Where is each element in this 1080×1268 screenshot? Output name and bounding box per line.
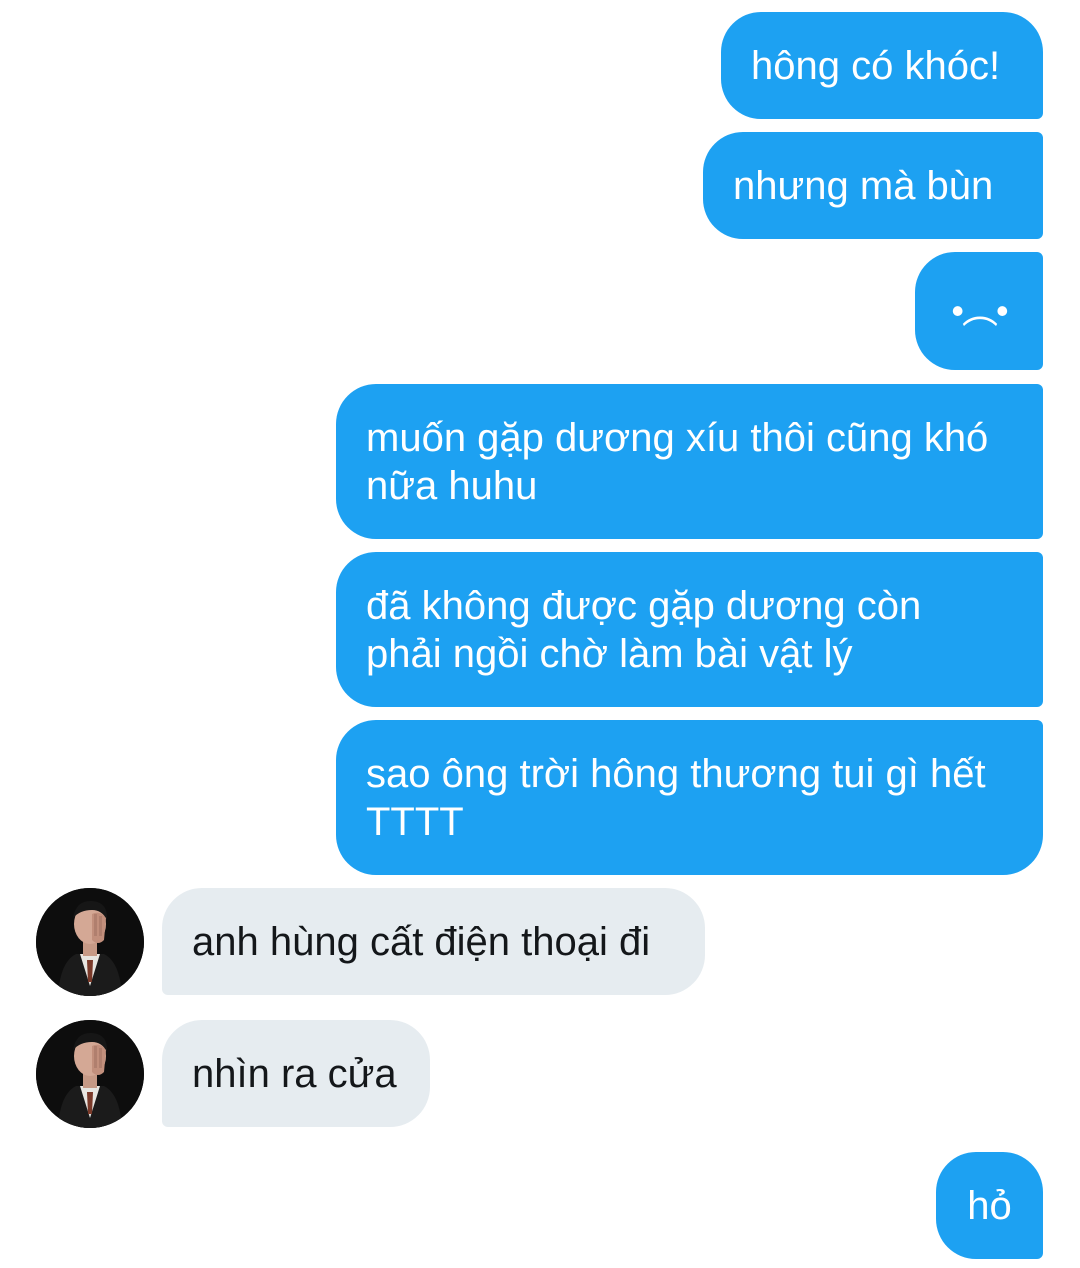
contact-avatar-image: [36, 888, 144, 996]
message-text: nhìn ra cửa: [192, 1051, 397, 1096]
sent-message-bubble[interactable]: hông có khóc!: [721, 12, 1043, 119]
message-text-line: muốn gặp dương xíu thôi cũng khó: [366, 415, 989, 460]
received-message-bubble[interactable]: anh hùng cất điện thoại đi: [162, 888, 705, 995]
sad-face-emoticon: •︵•: [951, 290, 1008, 331]
contact-avatar[interactable]: [36, 888, 144, 996]
contact-avatar-image: [36, 1020, 144, 1128]
sent-message-bubble[interactable]: hỏ: [936, 1152, 1043, 1259]
received-message-bubble[interactable]: nhìn ra cửa: [162, 1020, 430, 1127]
message-text: hông có khóc!: [751, 43, 1001, 88]
sent-message-bubble[interactable]: sao ông trời hông thương tui gì hết TTTT: [336, 720, 1043, 875]
message-text: nhưng mà bùn: [733, 163, 994, 208]
message-text: hỏ: [967, 1183, 1012, 1228]
sent-message-bubble[interactable]: •︵•: [915, 252, 1043, 370]
sent-message-bubble[interactable]: nhưng mà bùn: [703, 132, 1043, 239]
message-text-line: nữa huhu: [366, 463, 538, 508]
sent-message-bubble[interactable]: đã không được gặp dương còn phải ngồi ch…: [336, 552, 1043, 707]
sent-message-bubble[interactable]: muốn gặp dương xíu thôi cũng khó nữa huh…: [336, 384, 1043, 539]
message-text: anh hùng cất điện thoại đi: [192, 919, 651, 964]
message-text-line: đã không được gặp dương còn: [366, 583, 922, 628]
contact-avatar[interactable]: [36, 1020, 144, 1128]
message-text-line: TTTT: [366, 799, 464, 844]
message-text-line: sao ông trời hông thương tui gì hết: [366, 751, 986, 796]
message-text-line: phải ngồi chờ làm bài vật lý: [366, 631, 853, 676]
